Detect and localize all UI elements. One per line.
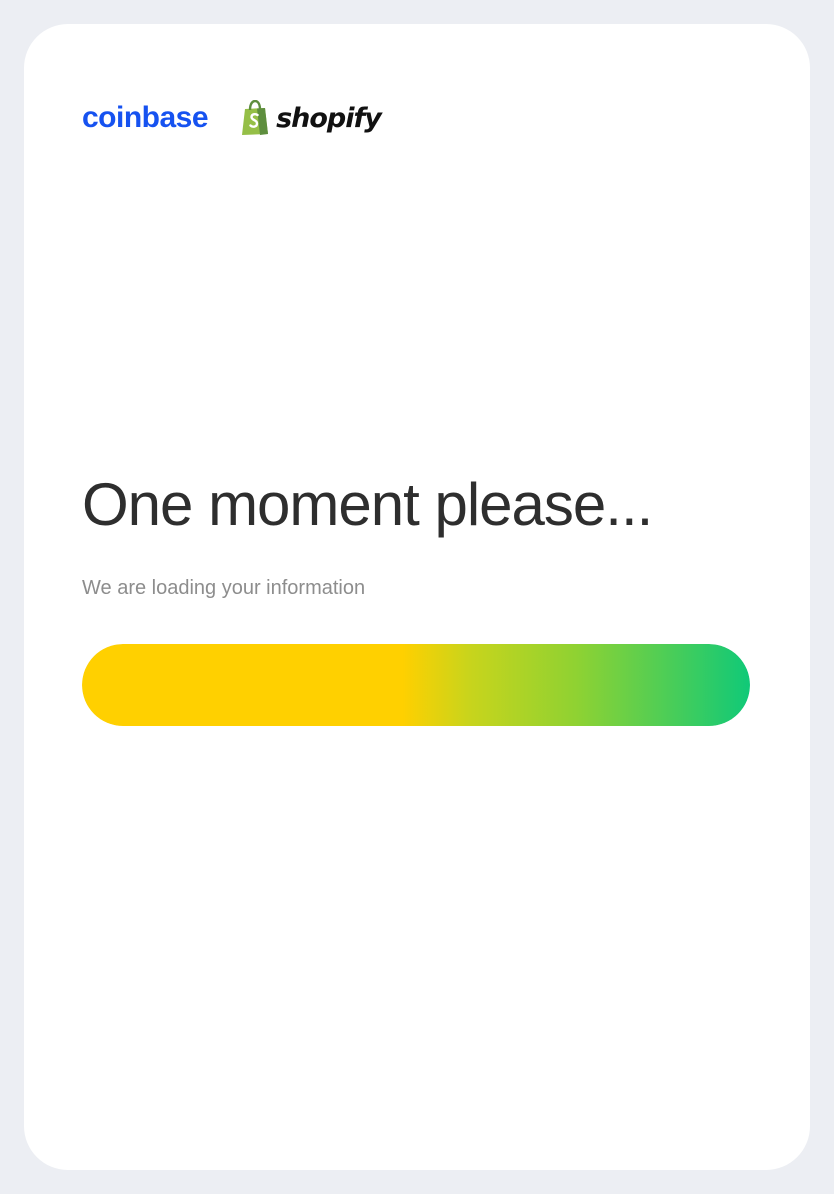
loading-title: One moment please... <box>82 471 653 538</box>
shopify-logo: shopify <box>240 100 382 136</box>
coinbase-logo: coinbase <box>82 101 209 134</box>
progress-bar <box>82 644 750 726</box>
partner-logos: coinbase shopify <box>82 96 382 140</box>
shopping-bag-icon <box>242 100 269 135</box>
loading-subtitle: We are loading your information <box>82 577 366 599</box>
shopify-wordmark: shopify <box>276 102 382 134</box>
loading-card: coinbase shopify One moment please... We… <box>24 24 810 1170</box>
progress-fill <box>82 644 750 726</box>
